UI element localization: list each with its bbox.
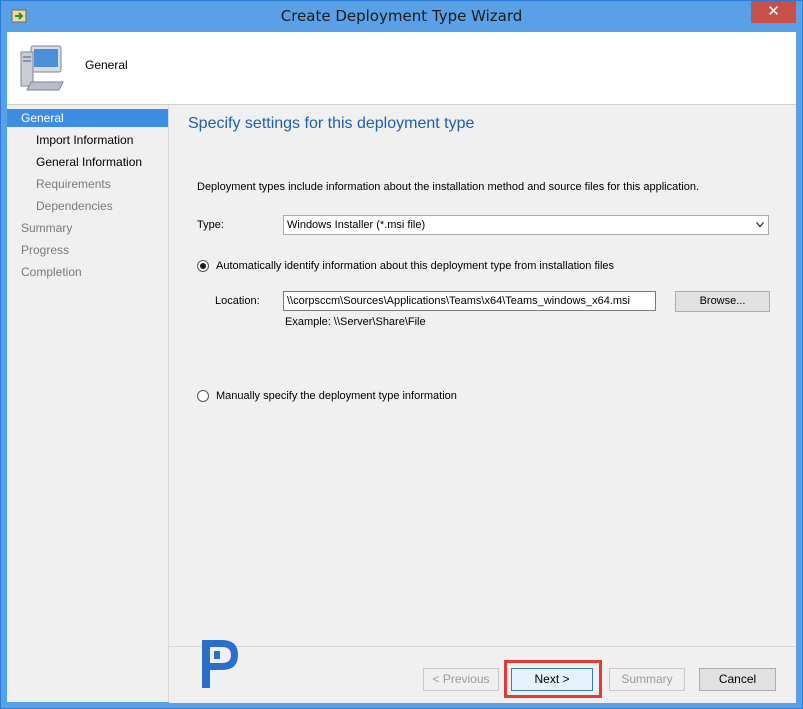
wizard-content: Specify settings for this deployment typ… bbox=[169, 105, 796, 646]
wizard-header: General bbox=[7, 32, 796, 105]
wizard-window: Create Deployment Type Wizard ✕ General … bbox=[0, 0, 803, 709]
window-title: Create Deployment Type Wizard bbox=[280, 7, 523, 25]
auto-identify-label[interactable]: Automatically identify information about… bbox=[216, 260, 614, 272]
sidebar-item-requirements: Requirements bbox=[36, 177, 111, 191]
sidebar-item-dependencies: Dependencies bbox=[36, 199, 113, 213]
sidebar-item-general[interactable]: General bbox=[7, 109, 168, 127]
manual-specify-label[interactable]: Manually specify the deployment type inf… bbox=[216, 390, 457, 402]
page-title: Specify settings for this deployment typ… bbox=[188, 115, 475, 132]
radio-selected-dot bbox=[200, 263, 206, 269]
sidebar-item-summary: Summary bbox=[21, 221, 73, 235]
page-description: Deployment types include information abo… bbox=[197, 181, 700, 193]
manual-specify-radio[interactable] bbox=[197, 390, 209, 402]
sidebar-item-progress: Progress bbox=[21, 243, 70, 257]
summary-button[interactable]: Summary bbox=[609, 668, 685, 691]
type-dropdown-value: Windows Installer (*.msi file) bbox=[287, 219, 426, 231]
location-input[interactable]: \\corpsccm\Sources\Applications\Teams\x6… bbox=[283, 291, 656, 311]
type-dropdown[interactable]: Windows Installer (*.msi file) bbox=[283, 215, 769, 235]
previous-button[interactable]: < Previous bbox=[423, 668, 499, 691]
location-label: Location: bbox=[215, 295, 260, 307]
cancel-button[interactable]: Cancel bbox=[699, 668, 776, 691]
sidebar-item-general-information[interactable]: General Information bbox=[36, 153, 142, 171]
auto-identify-radio[interactable] bbox=[197, 260, 209, 272]
sidebar-item-import-information[interactable]: Import Information bbox=[36, 131, 133, 149]
title-bar[interactable]: Create Deployment Type Wizard ✕ bbox=[1, 1, 802, 32]
sidebar-item-completion: Completion bbox=[21, 265, 82, 279]
computer-icon bbox=[20, 45, 64, 91]
wizard-sidebar: General Import Information General Infor… bbox=[7, 105, 169, 702]
next-button-highlight bbox=[504, 660, 602, 698]
close-button[interactable]: ✕ bbox=[751, 1, 796, 23]
type-label: Type: bbox=[197, 219, 224, 231]
wizard-footer: < Previous Next > Summary Cancel bbox=[169, 646, 796, 703]
chevron-down-icon bbox=[756, 222, 764, 228]
location-example: Example: \\Server\Share\File bbox=[285, 316, 426, 328]
watermark-logo bbox=[202, 640, 238, 688]
browse-button[interactable]: Browse... bbox=[675, 291, 770, 312]
header-title: General bbox=[85, 58, 128, 72]
